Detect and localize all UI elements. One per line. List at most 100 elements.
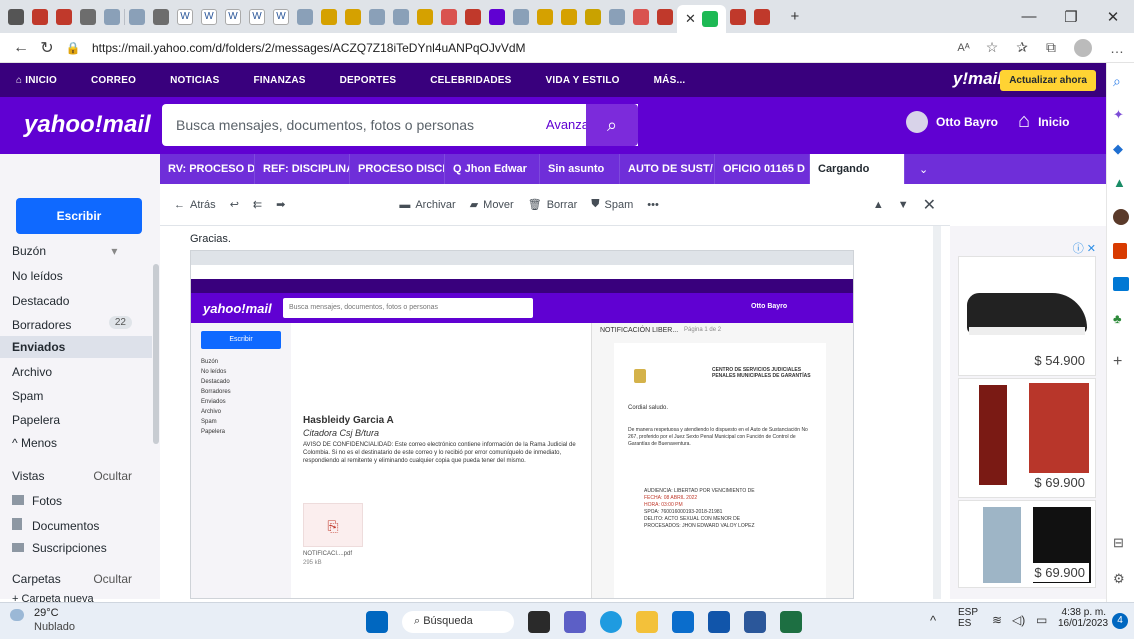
tab-icon[interactable]: [417, 8, 433, 25]
tab-icon[interactable]: [321, 8, 337, 25]
view-documents[interactable]: Documentos: [12, 518, 99, 533]
tab-icon[interactable]: [80, 8, 96, 25]
nav-finanzas[interactable]: FINANZAS: [253, 75, 305, 86]
nav-celebridades[interactable]: CELEBRIDADES: [430, 75, 511, 86]
show-hidden-icons[interactable]: ^: [930, 613, 936, 628]
pdf-tab-icon[interactable]: [465, 8, 481, 25]
search-tab-icon[interactable]: [609, 8, 625, 25]
active-tab[interactable]: ✕: [677, 5, 726, 33]
compose-button[interactable]: Escribir: [16, 198, 142, 234]
message-tab[interactable]: Q Jhon Edwar: [445, 154, 540, 184]
tab-icon[interactable]: [561, 8, 577, 25]
tab-icon[interactable]: [345, 8, 361, 25]
previous-message-icon[interactable]: ▲: [873, 199, 884, 211]
outlook-icon[interactable]: [1113, 277, 1129, 291]
search-input[interactable]: Busca mensajes, documentos, fotos o pers…: [162, 104, 638, 146]
read-aloud-icon[interactable]: Aᴬ: [957, 42, 969, 54]
nav-noticias[interactable]: NOTICIAS: [170, 75, 219, 86]
mail-icon[interactable]: [672, 611, 694, 633]
close-tab-icon[interactable]: ✕: [685, 11, 696, 27]
reply-all-icon[interactable]: ⇇: [253, 198, 262, 211]
tab-icon[interactable]: [441, 8, 457, 25]
tag-icon[interactable]: ◆: [1113, 141, 1123, 157]
reply-icon[interactable]: ↩: [230, 198, 239, 211]
more-actions-button[interactable]: •••: [647, 199, 659, 211]
app-icon[interactable]: [708, 611, 730, 633]
search-tab-icon[interactable]: [104, 8, 120, 25]
back-icon[interactable]: ←: [8, 39, 34, 57]
close-window-icon[interactable]: ✕: [1092, 8, 1134, 26]
more-icon[interactable]: …: [1110, 40, 1124, 56]
less-toggle[interactable]: ^ Menos: [12, 436, 57, 450]
folder-drafts[interactable]: Borradores 22: [12, 316, 132, 332]
yahoo-mail-logo[interactable]: yahoo!mail: [24, 111, 151, 139]
edge-icon[interactable]: [600, 611, 622, 633]
folder-sent[interactable]: Enviados: [0, 336, 152, 358]
games-icon[interactable]: [1113, 209, 1129, 225]
network-icon[interactable]: ≋: [992, 613, 1002, 627]
upgrade-button[interactable]: Actualizar ahora: [1000, 70, 1096, 91]
nav-inicio[interactable]: ⌂ INICIO: [16, 75, 57, 86]
search-tab-icon[interactable]: [369, 8, 385, 25]
nav-correo[interactable]: CORREO: [91, 75, 136, 86]
pdf-tab-icon[interactable]: [32, 8, 48, 25]
delete-button[interactable]: 🗑 Borrar: [528, 198, 578, 212]
tab-icon[interactable]: [297, 8, 313, 25]
ad-sneakers[interactable]: $ 54.900: [958, 256, 1096, 376]
message-tab-active[interactable]: Cargando: [810, 154, 905, 184]
sparkle-icon[interactable]: ✦: [1113, 107, 1124, 123]
restore-icon[interactable]: ❐: [1050, 8, 1092, 26]
add-icon[interactable]: +: [1113, 353, 1122, 371]
weather-temp[interactable]: 29°C: [34, 607, 59, 619]
sidebar-scrollbar[interactable]: [153, 264, 159, 444]
clock[interactable]: 4:38 p. m. 16/01/2023: [1058, 607, 1108, 629]
sidebar-toggle-icon[interactable]: ⊟: [1113, 535, 1124, 551]
search-button[interactable]: ⌕: [586, 104, 638, 146]
file-explorer-icon[interactable]: [636, 611, 658, 633]
view-subscriptions[interactable]: Suscripciones: [12, 541, 107, 555]
pdf-tab-icon[interactable]: [753, 8, 770, 25]
spam-button[interactable]: ⛊ Spam: [591, 198, 633, 211]
word-tab-icon[interactable]: W: [225, 8, 241, 25]
view-photos[interactable]: Fotos: [12, 494, 62, 508]
move-button[interactable]: ▰ Mover: [470, 198, 514, 212]
tab-actions-icon[interactable]: [8, 8, 24, 25]
mail-tab-icon[interactable]: [489, 8, 505, 25]
task-view-icon[interactable]: [528, 611, 550, 633]
hide-folders-button[interactable]: Ocultar: [93, 572, 132, 586]
chevron-down-icon[interactable]: ⌄: [919, 163, 928, 176]
volume-icon[interactable]: ◁): [1012, 613, 1025, 627]
message-tab[interactable]: PROCESO DISCI: [350, 154, 445, 184]
pdf-tab-icon[interactable]: [657, 8, 673, 25]
embedded-screenshot[interactable]: yahoo!mail Busca mensajes, documentos, f…: [190, 250, 854, 599]
folder-archive[interactable]: Archivo: [12, 365, 52, 379]
word-icon[interactable]: [744, 611, 766, 633]
excel-icon[interactable]: [780, 611, 802, 633]
message-tab[interactable]: REF: DISCIPLINA: [255, 154, 350, 184]
tab-icon[interactable]: [129, 8, 145, 25]
ad-perfume-nyc[interactable]: $ 69.900: [958, 500, 1096, 588]
notifications-badge[interactable]: 4: [1112, 613, 1128, 629]
teams-icon[interactable]: [564, 611, 586, 633]
user-menu[interactable]: Otto Bayro: [906, 111, 998, 133]
pdf-tab-icon[interactable]: [56, 8, 72, 25]
message-tab[interactable]: AUTO DE SUST/: [620, 154, 715, 184]
weather-desc[interactable]: Nublado: [34, 621, 75, 633]
refresh-icon[interactable]: ↻: [34, 38, 60, 58]
word-tab-icon[interactable]: W: [201, 8, 217, 25]
nav-deportes[interactable]: DEPORTES: [340, 75, 397, 86]
message-tab[interactable]: OFICIO 01165 D: [715, 154, 810, 184]
back-button[interactable]: ← Atrás: [174, 199, 216, 211]
nav-mas[interactable]: MÁS...: [654, 75, 686, 86]
settings-icon[interactable]: ⚙: [1113, 571, 1125, 587]
next-message-icon[interactable]: ▼: [898, 199, 909, 211]
word-tab-icon[interactable]: W: [177, 8, 193, 25]
taskbar-search[interactable]: ⌕ Búsqueda: [402, 611, 514, 633]
folder-trash[interactable]: Papelera: [12, 413, 60, 427]
url-text[interactable]: https://mail.yahoo.com/d/folders/2/messa…: [92, 41, 526, 55]
word-tab-icon[interactable]: W: [249, 8, 265, 25]
forward-icon[interactable]: ➡: [276, 198, 285, 211]
office-icon[interactable]: [1113, 243, 1127, 259]
hide-views-button[interactable]: Ocultar: [93, 469, 132, 483]
minimize-icon[interactable]: —: [1008, 8, 1050, 25]
